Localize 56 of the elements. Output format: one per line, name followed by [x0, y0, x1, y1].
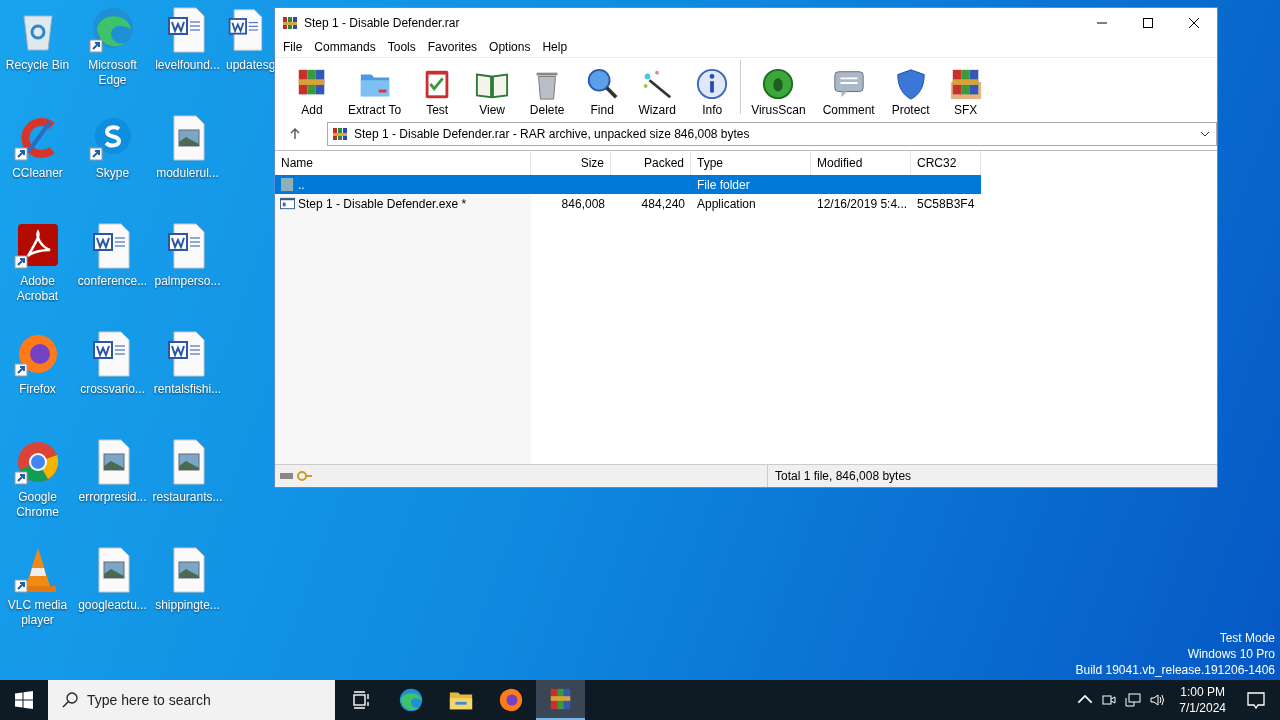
toolbar-button[interactable]: Test	[414, 65, 461, 120]
file-row[interactable]: Step 1 - Disable Defender.exe * 846,008 484,240 Application 12/16/2019 5:4... 5C58B3F4	[275, 194, 981, 213]
windows-logo-icon	[15, 691, 33, 709]
toolbar-button[interactable]: Find	[579, 65, 626, 120]
table-cell: 484,240	[641, 196, 685, 211]
network-icon[interactable]	[1125, 692, 1142, 708]
toolbar-button[interactable]: VirusScan	[747, 65, 810, 120]
menu-item[interactable]: Favorites	[421, 38, 484, 56]
toolbar-button[interactable]: Protect	[887, 65, 934, 120]
application-icon	[280, 196, 295, 211]
menu-item[interactable]: Help	[536, 38, 574, 56]
toolbar-button[interactable]: View	[469, 65, 516, 120]
table-cell: 5C58B3F4	[917, 196, 975, 211]
books-icon	[332, 126, 348, 142]
up-arrow-icon[interactable]	[289, 128, 301, 140]
status-text: Total 1 file, 846,008 bytes	[774, 469, 912, 483]
window-title: Step 1 - Disable Defender.rar	[304, 15, 460, 30]
books-icon	[282, 14, 298, 31]
search-field[interactable]: Type here to search	[48, 680, 335, 720]
menu-item[interactable]: Tools	[381, 38, 422, 56]
magnifier-icon	[585, 67, 620, 101]
toolbar-button[interactable]: Add	[289, 65, 335, 120]
wave-circle-icon	[397, 687, 424, 713]
volume-icon[interactable]	[1149, 692, 1166, 708]
caret-icon	[1200, 131, 1210, 137]
file-row[interactable]: .. File folder	[275, 175, 981, 194]
system-watermark-text: Test Mode	[1219, 630, 1275, 646]
system-watermark-text: Build 19041.vb_release.191206-1406	[1075, 662, 1275, 678]
task-view-icon	[350, 690, 371, 710]
info-icon	[695, 67, 730, 101]
toolbar-button[interactable]: Delete	[524, 65, 571, 120]
system-watermark-text: Windows 10 Pro	[1187, 646, 1275, 662]
maximize-icon	[1143, 17, 1153, 28]
table-cell: 12/16/2019 5:4...	[817, 196, 908, 211]
table-cell: File folder	[697, 177, 750, 192]
toolbar-button[interactable]: Extract To	[344, 65, 406, 120]
file-name: Step 1 - Disable Defender.exe *	[298, 196, 467, 211]
menu-item[interactable]: Commands	[308, 38, 382, 56]
table-cell: 846,008	[561, 196, 605, 211]
toolbar-button[interactable]: Wizard	[634, 65, 681, 120]
menu-item[interactable]: Options	[483, 38, 537, 56]
toolbar-button[interactable]: SFX	[942, 65, 989, 120]
box-icon	[948, 67, 983, 101]
close-icon	[1189, 17, 1199, 28]
path-combo-box[interactable]: Step 1 - Disable Defender.rar - RAR archive, unpacked size 846,008 bytes	[327, 122, 1217, 146]
menu-item[interactable]: File	[277, 38, 309, 56]
toolbar-button[interactable]: Comment	[818, 65, 879, 120]
clock[interactable]: 1:00 PM 7/1/2024	[1179, 684, 1226, 716]
drive-and-key-icon	[279, 470, 313, 482]
column-header[interactable]: Name	[275, 151, 531, 175]
toolbar-button[interactable]: Info	[689, 65, 736, 120]
notification-icon[interactable]	[1246, 690, 1266, 710]
table-cell: Application	[697, 196, 756, 211]
camera-icon[interactable]	[1101, 692, 1118, 708]
search-icon	[62, 692, 78, 708]
file-name: ..	[298, 177, 305, 192]
